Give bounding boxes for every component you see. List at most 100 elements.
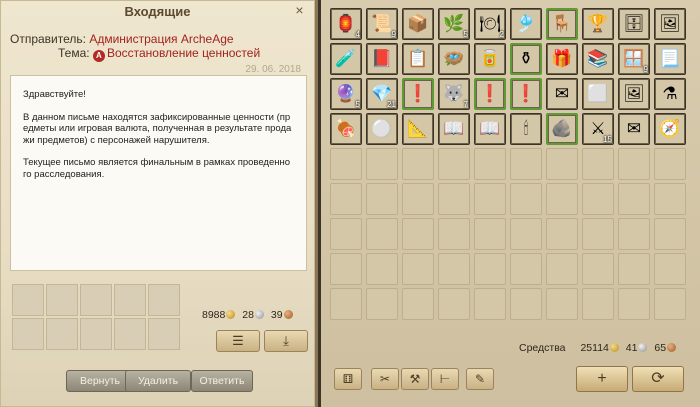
inventory-slot[interactable]: 📕 [366, 43, 398, 75]
attachment-slot[interactable] [80, 284, 112, 316]
inventory-slot[interactable]: 🐺 7 [438, 78, 470, 110]
inventory-slot[interactable] [654, 253, 686, 285]
attachment-slot[interactable] [12, 284, 44, 316]
attachment-slot[interactable] [114, 318, 146, 350]
attachment-slot[interactable] [80, 318, 112, 350]
sort-button[interactable]: ⊢ [431, 368, 459, 390]
inventory-slot[interactable] [474, 183, 506, 215]
inventory-slot[interactable] [330, 148, 362, 180]
inventory-slot[interactable]: 🔮 5 [330, 78, 362, 110]
inventory-slot[interactable]: 🥫 [474, 43, 506, 75]
inventory-slot[interactable] [474, 148, 506, 180]
inventory-slot[interactable] [582, 148, 614, 180]
inventory-slot[interactable]: 📚 [582, 43, 614, 75]
inventory-slot[interactable]: ✉ [618, 113, 650, 145]
inventory-slot[interactable] [654, 183, 686, 215]
inventory-slot[interactable] [330, 288, 362, 320]
inventory-slot[interactable] [582, 253, 614, 285]
inventory-slot[interactable]: 🧭 [654, 113, 686, 145]
inventory-slot[interactable]: 🌿 5 [438, 8, 470, 40]
attachment-slot[interactable] [148, 318, 180, 350]
attachment-slot[interactable] [46, 284, 78, 316]
inventory-slot[interactable] [654, 218, 686, 250]
inventory-slot[interactable]: ⚱ [510, 43, 542, 75]
inventory-slot[interactable] [510, 183, 542, 215]
inventory-slot[interactable]: 🖼 [654, 8, 686, 40]
inventory-slot[interactable]: 🪑 [546, 8, 578, 40]
inventory-slot[interactable]: 📋 [402, 43, 434, 75]
inventory-slot[interactable] [438, 288, 470, 320]
delete-button[interactable]: Удалить [125, 370, 191, 392]
inventory-slot[interactable] [366, 148, 398, 180]
inventory-slot[interactable]: 🏮 4 [330, 8, 362, 40]
expand-bag-button[interactable]: + [576, 366, 628, 392]
inventory-slot[interactable] [330, 183, 362, 215]
inventory-slot[interactable] [366, 253, 398, 285]
inventory-slot[interactable] [402, 288, 434, 320]
inventory-slot[interactable] [438, 183, 470, 215]
inventory-slot[interactable] [654, 148, 686, 180]
inventory-slot[interactable] [366, 218, 398, 250]
inventory-slot[interactable] [438, 253, 470, 285]
inventory-slot[interactable]: ⚔ 15 [582, 113, 614, 145]
inventory-slot[interactable]: ❗ [510, 78, 542, 110]
inventory-slot[interactable] [402, 218, 434, 250]
inventory-slot[interactable]: 📐 [402, 113, 434, 145]
inventory-slot[interactable] [582, 183, 614, 215]
reply-button[interactable]: Ответить [191, 370, 253, 392]
inventory-slot[interactable]: 🍽 2 [474, 8, 506, 40]
inventory-slot[interactable] [618, 288, 650, 320]
inventory-slot[interactable]: 💎 21 [366, 78, 398, 110]
inventory-slot[interactable] [438, 148, 470, 180]
inventory-slot[interactable] [546, 218, 578, 250]
attachment-slot[interactable] [114, 284, 146, 316]
inventory-slot[interactable]: 📜 9 [366, 8, 398, 40]
inventory-slot[interactable] [330, 253, 362, 285]
inventory-slot[interactable]: 📃 [654, 43, 686, 75]
inventory-slot[interactable] [474, 288, 506, 320]
inventory-slot[interactable] [546, 148, 578, 180]
inventory-slot[interactable] [474, 218, 506, 250]
inventory-slot[interactable] [330, 218, 362, 250]
take-money-button[interactable]: ☰ [216, 330, 260, 352]
repair-button[interactable]: ⚒ [401, 368, 429, 390]
inventory-slot[interactable]: 🪟 9 [618, 43, 650, 75]
inventory-slot[interactable] [654, 288, 686, 320]
inventory-slot[interactable] [402, 253, 434, 285]
take-all-button[interactable]: ⤓ [264, 330, 308, 352]
sender-name[interactable]: Администрация ArcheAge [89, 32, 233, 46]
edit-button[interactable]: ✎ [466, 368, 494, 390]
inventory-slot[interactable] [582, 218, 614, 250]
inventory-slot[interactable]: 🖼 [618, 78, 650, 110]
inventory-slot[interactable]: ❗ [474, 78, 506, 110]
refresh-button[interactable]: ⟳ [632, 366, 684, 392]
inventory-slot[interactable] [510, 253, 542, 285]
inventory-slot[interactable] [618, 148, 650, 180]
inventory-slot[interactable]: 🎐 [510, 8, 542, 40]
inventory-slot[interactable] [546, 253, 578, 285]
inventory-slot[interactable]: 🧪 [330, 43, 362, 75]
inventory-slot[interactable]: 🪺 [438, 43, 470, 75]
inventory-slot[interactable] [438, 218, 470, 250]
inventory-slot[interactable]: ⚗ [654, 78, 686, 110]
inventory-slot[interactable] [618, 253, 650, 285]
inventory-slot[interactable] [582, 288, 614, 320]
inventory-slot[interactable]: 📦 [402, 8, 434, 40]
inventory-slot[interactable] [402, 183, 434, 215]
inventory-slot[interactable] [618, 218, 650, 250]
inventory-slot[interactable]: ✉ [546, 78, 578, 110]
inventory-slot[interactable]: 🪨 [546, 113, 578, 145]
attachment-slot[interactable] [12, 318, 44, 350]
inventory-slot[interactable] [366, 288, 398, 320]
dismantle-button[interactable]: ✂ [371, 368, 399, 390]
inventory-slot[interactable]: ❗ [402, 78, 434, 110]
inventory-slot[interactable]: ⬜ [582, 78, 614, 110]
close-icon[interactable]: × [292, 3, 307, 18]
inventory-slot[interactable] [474, 253, 506, 285]
attachment-slot[interactable] [46, 318, 78, 350]
inventory-slot[interactable] [510, 288, 542, 320]
return-button[interactable]: Вернуть [66, 370, 134, 392]
inventory-slot[interactable]: ⚪ [366, 113, 398, 145]
inventory-slot[interactable]: 🏆 [582, 8, 614, 40]
inventory-slot[interactable]: 🗄 [618, 8, 650, 40]
